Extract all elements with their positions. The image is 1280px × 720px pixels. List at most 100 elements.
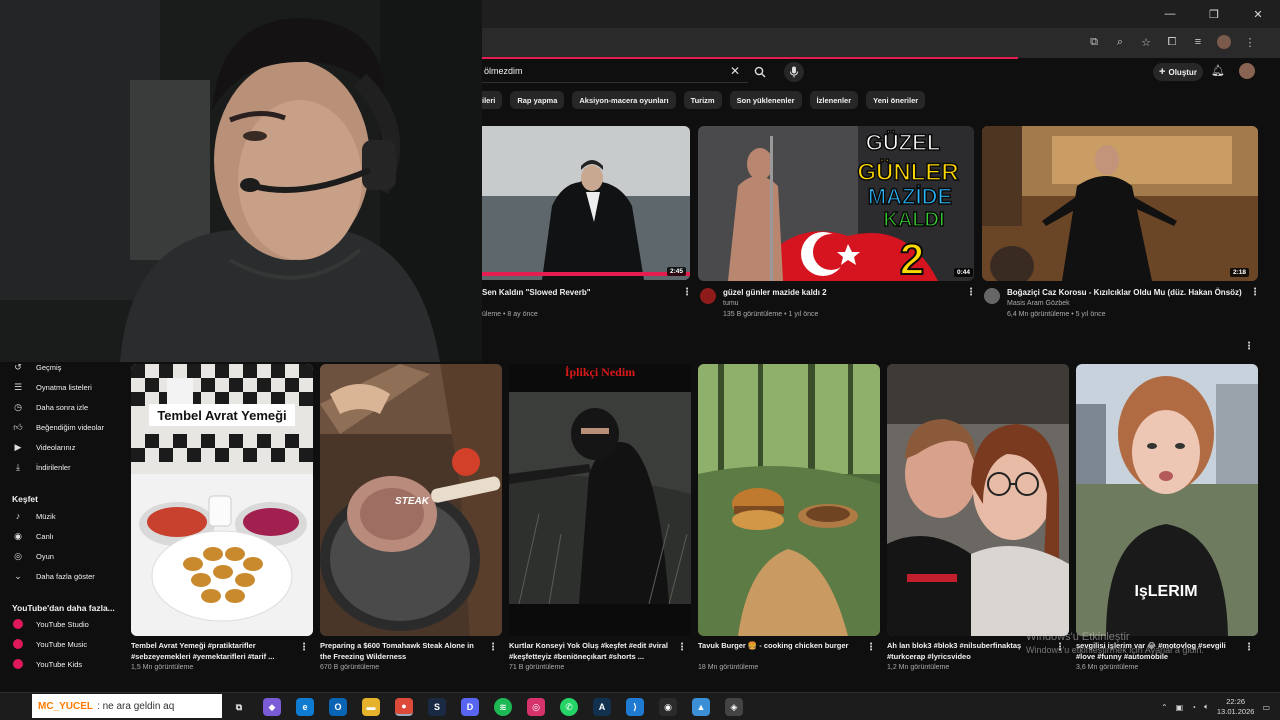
obs-icon[interactable]: ◉ [659,698,677,716]
short-menu-icon[interactable]: ⋮ [677,642,687,653]
page-load-progress-bar [482,57,1018,59]
taskbar-apps: ⧉ ◆ e O ▬ ● S D ≋ ◎ ✆ A ⟩ ◉ ▲ ◈ [230,698,743,716]
steam-icon[interactable]: S [428,698,446,716]
short-views: 670 B görüntüleme [320,664,380,671]
short-menu-icon[interactable]: ⋮ [299,642,309,653]
video-thumbnail[interactable]: GÜZEL GÜNLER MAZİDE KALDI 2 0:44 [698,126,974,281]
sidebar-item-your-videos[interactable]: ▶ Videolarınız [12,440,76,454]
chip[interactable]: Rap yapma [510,91,565,109]
app-icon[interactable]: ▲ [692,698,710,716]
chrome-icon[interactable]: ● [395,698,413,716]
video-card[interactable]: GÜZEL GÜNLER MAZİDE KALDI 2 0:44 güzel g… [698,126,976,326]
taskbar-clock[interactable]: 22:26 13.01.2026 [1217,697,1255,717]
extensions-icon[interactable]: ⧠ [1164,34,1180,50]
chip[interactable]: Yeni öneriler [866,91,926,109]
media-control-icon[interactable]: ≡ [1190,34,1206,50]
vscode-icon[interactable]: ⟩ [626,698,644,716]
short-thumbnail[interactable]: İplikçi Nedim [509,364,691,636]
short-thumbnail[interactable]: Tembel Avrat Yemeği [131,364,313,636]
discord-icon[interactable]: D [461,698,479,716]
search-input[interactable]: ölmezdim [484,66,523,76]
minimize-icon[interactable]: — [1148,0,1192,28]
short-thumbnail[interactable] [887,364,1069,636]
video-menu-icon[interactable]: ⋮ [1250,287,1260,298]
short-thumbnail[interactable]: STEAK [320,364,502,636]
video-thumbnail[interactable]: 2:18 [982,126,1258,281]
install-app-icon[interactable]: ⧉ [1086,34,1102,50]
thumb-text: KALDI [883,209,944,231]
channel-name[interactable]: Masis Aram Gözbek [1007,300,1070,307]
chip[interactable]: Son yüklenenler [729,91,802,109]
file-explorer-icon[interactable]: ▬ [362,698,380,716]
short-views: 71 B görüntüleme [509,664,565,671]
account-avatar[interactable] [1239,63,1255,79]
spotify-icon[interactable]: ≋ [494,698,512,716]
voice-search-button[interactable] [784,62,804,82]
sidebar-item-live[interactable]: ◉ Canlı [12,529,53,543]
channel-name[interactable]: tumu [723,300,739,307]
sidebar-item-youtube-kids[interactable]: YouTube Kids [12,657,82,671]
arc-icon[interactable]: A [593,698,611,716]
chip[interactable]: Aksiyon-macera oyunları [572,91,676,109]
close-icon[interactable]: ✕ [1236,0,1280,28]
sidebar-item-gaming[interactable]: ◎ Oyun [12,549,54,563]
channel-avatar[interactable] [700,288,716,304]
restore-icon[interactable]: ❐ [1192,0,1236,28]
sidebar-item-liked[interactable]: 👍︎ Beğendiğim videolar [12,420,104,434]
sidebar-item-playlists[interactable]: ☰ Oynatma listeleri [12,380,92,394]
shield-icon[interactable]: ◈ [725,698,743,716]
search-button[interactable] [750,63,770,81]
short-thumbnail[interactable] [698,364,880,636]
profile-icon[interactable] [1216,34,1232,50]
video-thumbnail[interactable]: 2:45 [482,126,690,280]
video-menu-icon[interactable]: ⋮ [966,287,976,298]
short-views: 1,2 Mn görüntüleme [887,664,950,671]
short-title[interactable]: Tembel Avrat Yemeği #pratiktarifler #seb… [131,640,297,662]
create-button[interactable]: + Oluştur [1153,63,1203,81]
copilot-icon[interactable]: ◆ [263,698,281,716]
whatsapp-icon[interactable]: ✆ [560,698,578,716]
short-title[interactable]: Preparing a $600 Tomahawk Steak Alone in… [320,640,486,662]
short-title[interactable]: Kurtlar Konseyi Yok Oluş #keşfet #edit #… [509,640,675,662]
chip[interactable]: ileri [482,91,503,109]
shorts-section-menu-icon[interactable]: ⋮ [1244,341,1254,352]
video-title[interactable]: Boğaziçi Caz Korosu - Kızılcıklar Oldu M… [1007,288,1242,297]
sidebar-item-youtube-music[interactable]: YouTube Music [12,637,87,651]
sidebar-item-downloads[interactable]: ⤓ İndirilenler [12,460,71,474]
video-card[interactable]: 2:18 Boğaziçi Caz Korosu - Kızılcıklar O… [982,126,1260,326]
sidebar-item-watch-later[interactable]: ◷ Daha sonra izle [12,400,88,414]
edge-icon[interactable]: e [296,698,314,716]
search-box[interactable]: ölmezdim ✕ [476,61,748,83]
video-menu-icon[interactable]: ⋮ [682,287,692,298]
short-title[interactable]: Tavuk Burger 🍔 - cooking chicken burger [698,640,864,651]
outlook-icon[interactable]: O [329,698,347,716]
notifications-icon[interactable]: ▭ [1262,703,1270,712]
instagram-icon[interactable]: ◎ [527,698,545,716]
video-title[interactable]: güzel günler mazide kaldı 2 [723,288,827,297]
tray-app-icon[interactable]: ▣ [1176,703,1184,712]
clear-search-icon[interactable]: ✕ [730,64,740,78]
bookmark-star-icon[interactable]: ☆ [1138,34,1154,50]
menu-icon[interactable]: ⋮ [1242,34,1258,50]
task-view-icon[interactable]: ⧉ [230,698,248,716]
notifications-bell-icon[interactable]: 🔔︎ [1211,64,1225,77]
zoom-icon[interactable]: ⌕ [1112,34,1128,50]
chevron-up-icon[interactable]: ⌃ [1161,703,1168,712]
short-menu-icon[interactable]: ⋮ [488,642,498,653]
sidebar-item-show-more[interactable]: ⌄ Daha fazla göster [12,569,95,583]
sidebar-item-history[interactable]: ↺ Geçmiş [12,360,61,374]
short-menu-icon[interactable]: ⋮ [866,642,876,653]
short-thumbnail[interactable]: IşLERIM [1076,364,1258,636]
wifi-icon[interactable]: ◔ [1191,703,1196,712]
chip[interactable]: Turizm [683,91,722,109]
video-title[interactable]: Sen Kaldın "Slowed Reverb" [482,288,591,297]
video-card[interactable]: 2:45 Sen Kaldın "Slowed Reverb" üleme • … [482,126,692,326]
sidebar-item-music[interactable]: ♪ Müzik [12,509,56,523]
chip[interactable]: İzlenenler [809,91,859,109]
create-button-label: Oluştur [1168,67,1197,77]
short-menu-icon[interactable]: ⋮ [1244,642,1254,653]
screen: — ❐ ✕ ⧉ ⌕ ☆ ⧠ ≡ ⋮ ölmezdim ✕ + Oluştur 🔔… [0,0,1280,720]
channel-avatar[interactable] [984,288,1000,304]
sidebar-item-youtube-studio[interactable]: YouTube Studio [12,617,89,631]
volume-icon[interactable]: 🔈︎ [1204,702,1209,712]
